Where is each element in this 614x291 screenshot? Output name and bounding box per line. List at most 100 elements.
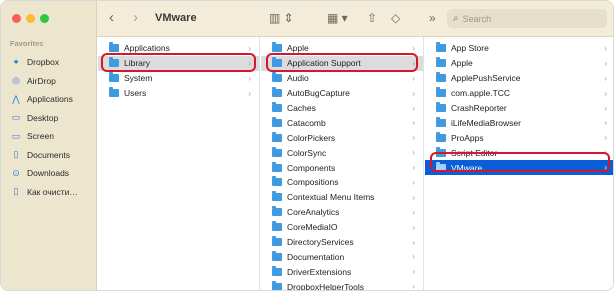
forward-button[interactable]: › (133, 9, 138, 27)
group-icon[interactable]: ▦ ▾ (327, 10, 348, 26)
tag-icon[interactable]: ◇ (391, 10, 400, 26)
chevron-right-icon: › (412, 73, 415, 83)
chevron-right-icon: › (604, 163, 607, 173)
list-item[interactable]: Audio › (261, 71, 423, 86)
column-list: Applications › Library › System › Users › (98, 37, 259, 101)
close-button[interactable] (12, 14, 21, 23)
list-item[interactable]: AutoBugCapture › (261, 86, 423, 101)
dropbox-icon: ✦ (12, 56, 20, 67)
list-item[interactable]: ColorPickers › (261, 130, 423, 145)
view-columns-icon[interactable]: ▥ ⇕ (269, 10, 294, 26)
sidebar-section-title: Favorites (10, 39, 44, 48)
list-item[interactable]: Catacomb › (261, 115, 423, 130)
item-label: Catacomb (287, 117, 326, 128)
search-icon: ⌕ (453, 13, 459, 24)
folder-icon (436, 57, 446, 68)
list-item[interactable]: System › (98, 71, 259, 86)
folder-icon (436, 131, 446, 142)
column-list: Apple › Application Support › Audio › AutoBugC… (261, 37, 423, 290)
back-button[interactable]: ‹ (109, 9, 114, 27)
list-item[interactable]: Apple › (425, 56, 613, 71)
folder-icon (436, 72, 446, 83)
chevron-right-icon: › (412, 207, 415, 217)
sidebar-item-applications[interactable]: ⋀ Applications (1, 90, 97, 109)
list-item[interactable]: Contextual Menu Items › (261, 190, 423, 205)
sidebar-item-label: Dropbox (27, 57, 60, 68)
list-item[interactable]: ApplePushService › (425, 71, 613, 86)
folder-icon (109, 72, 119, 83)
sidebar-item-label: AirDrop (27, 75, 56, 86)
folder-icon (109, 42, 119, 53)
chevron-right-icon: › (604, 73, 607, 83)
folder-icon (436, 42, 446, 53)
list-item[interactable]: DirectoryServices › (261, 235, 423, 250)
item-label: ProApps (451, 132, 484, 143)
item-label: VMware (451, 162, 483, 173)
folder-icon (436, 102, 446, 112)
desktop-icon: ▭ (11, 112, 21, 123)
document-icon: ▯ (13, 149, 19, 160)
sidebar-item-document-file[interactable]: ▯ Как очисти… (1, 183, 97, 202)
item-label: Caches (287, 103, 316, 113)
list-item[interactable]: CoreAnalytics › (261, 205, 423, 220)
chevron-right-icon: › (604, 88, 607, 98)
share-icon[interactable]: ⇧ (367, 10, 377, 26)
sidebar-item-dropbox[interactable]: ✦ Dropbox (1, 53, 97, 72)
folder-icon (272, 250, 282, 261)
chevron-right-icon: › (248, 43, 251, 53)
sidebar-list: ✦ Dropbox ◎ AirDrop ⋀ Applications ▭ Desktop… (1, 53, 97, 201)
document-icon: ▯ (13, 186, 19, 197)
sidebar-item-documents[interactable]: ▯ Documents (1, 146, 97, 165)
sidebar-item-desktop[interactable]: ▭ Desktop (1, 109, 97, 128)
folder-icon (272, 146, 282, 157)
list-item[interactable]: iLifeMediaBrowser › (425, 115, 613, 130)
list-item[interactable]: Users › (98, 86, 259, 101)
item-label: iLifeMediaBrowser (451, 117, 521, 128)
chevron-right-icon: › (412, 222, 415, 232)
more-toolbar-button[interactable]: » (429, 10, 436, 26)
chevron-right-icon: › (412, 252, 415, 262)
chevron-right-icon: › (604, 43, 607, 53)
folder-icon (272, 102, 282, 112)
chevron-right-icon: › (604, 118, 607, 128)
column-application-support: App Store › Apple › ApplePushService › com.app… (425, 37, 613, 290)
list-item[interactable]: App Store › (425, 41, 613, 56)
list-item[interactable]: Documentation › (261, 249, 423, 264)
list-item[interactable]: Caches › (261, 101, 423, 116)
folder-icon (272, 236, 282, 247)
minimize-button[interactable] (26, 14, 35, 23)
list-item[interactable]: Compositions › (261, 175, 423, 190)
folder-icon (272, 42, 282, 53)
list-item[interactable]: ProApps › (425, 130, 613, 145)
list-item[interactable]: Apple › (261, 41, 423, 56)
list-item[interactable]: DriverExtensions › (261, 264, 423, 279)
folder-icon (272, 87, 282, 98)
sidebar-item-airdrop[interactable]: ◎ AirDrop (1, 72, 97, 91)
list-item[interactable]: com.apple.TCC › (425, 86, 613, 101)
item-label: Apple (451, 58, 473, 69)
folder-icon: ▭ (11, 130, 21, 141)
list-item[interactable]: CrashReporter › (425, 101, 613, 116)
zoom-button[interactable] (40, 14, 49, 23)
window-controls (12, 14, 49, 23)
list-item[interactable]: Application Support › (261, 55, 423, 71)
chevron-right-icon: › (604, 148, 607, 158)
search-field[interactable]: ⌕ Search (447, 9, 607, 28)
item-label: ColorSync (287, 147, 327, 158)
sidebar-item-downloads[interactable]: ⊙ Downloads (1, 164, 97, 183)
list-item[interactable]: Library › (98, 55, 259, 71)
list-item[interactable]: DropboxHelperTools › (261, 279, 423, 290)
item-label: ColorPickers (287, 132, 336, 143)
list-item[interactable]: Applications › (98, 41, 259, 56)
finder-window: Favorites ✦ Dropbox ◎ AirDrop ⋀ Application… (0, 0, 614, 291)
chevron-right-icon: › (412, 237, 415, 247)
column-library: Apple › Application Support › Audio › AutoBugC… (261, 37, 424, 290)
sidebar-item-screen[interactable]: ▭ Screen (1, 127, 97, 146)
list-item[interactable]: VMware › (425, 160, 613, 176)
list-item[interactable]: Components › (261, 160, 423, 175)
list-item[interactable]: ColorSync › (261, 145, 423, 160)
list-item[interactable]: Script Editor › (425, 145, 613, 160)
list-item[interactable]: CoreMediaIO › (261, 220, 423, 235)
chevron-right-icon: › (604, 133, 607, 143)
folder-icon (272, 280, 282, 290)
